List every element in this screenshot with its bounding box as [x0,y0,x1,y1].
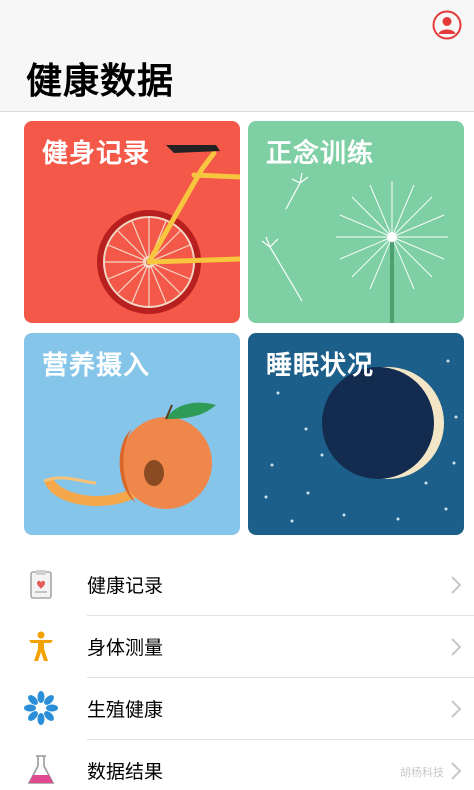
chevron-right-icon [451,576,462,594]
tile-fitness[interactable]: 健身记录 [24,121,240,323]
tile-sleep[interactable]: 睡眠状况 [248,333,464,535]
chevron-right-icon [451,700,462,718]
tile-label: 营养摄入 [42,351,151,381]
chevron-right-icon [451,638,462,656]
list-item-body-measurements[interactable]: 身体测量 [0,616,474,678]
list-item-label: 数据结果 [87,761,164,783]
profile-icon[interactable] [432,10,462,40]
clipboard-icon [30,570,52,599]
chevron-right-icon [451,762,462,780]
list-item-label: 生殖健康 [87,699,164,721]
header: 健康数据 [0,0,474,112]
category-list: 健康记录 身体测量 生殖健康 数据结果 [0,554,474,790]
tile-mindfulness[interactable]: 正念训练 [248,121,464,323]
flower-icon [24,691,58,725]
tile-label: 睡眠状况 [266,351,375,381]
tile-nutrition[interactable]: 营养摄入 [24,333,240,535]
tile-label: 健身记录 [42,139,151,169]
list-item-health-records[interactable]: 健康记录 [0,554,474,616]
body-figure-icon [29,631,53,661]
tile-label: 正念训练 [266,139,375,169]
list-item-label: 健康记录 [87,575,164,597]
flask-icon [27,755,55,784]
page-title: 健康数据 [26,61,175,102]
watermark: 胡杨科技 [400,766,444,779]
list-item-label: 身体测量 [87,637,164,659]
list-item-reproductive-health[interactable]: 生殖健康 [0,678,474,740]
